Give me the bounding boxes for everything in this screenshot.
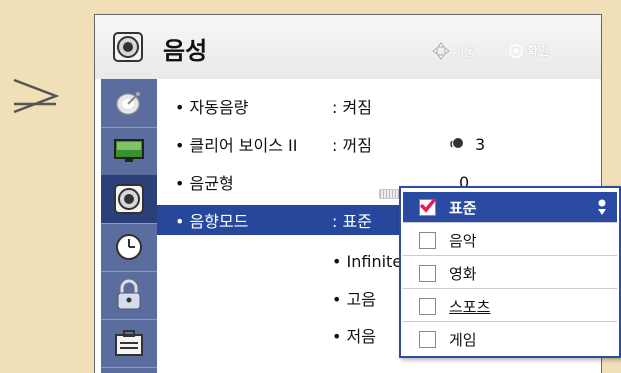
sidebar	[101, 79, 157, 373]
checkbox[interactable]	[419, 298, 436, 315]
menu-item-label: • 음균형	[175, 174, 234, 193]
clock-icon	[116, 234, 142, 260]
scroll-arrows-icon[interactable]	[597, 198, 607, 216]
panel-header: 음성 이동 확인	[95, 15, 601, 79]
menu-item-label: • 클리어 보이스 II	[175, 136, 298, 155]
speaker-icon	[114, 184, 144, 214]
dropdown-option-label: 스포츠	[449, 297, 491, 316]
dpad-icon	[432, 42, 450, 60]
menu-item-clear-voice[interactable]: • 클리어 보이스 II : 꺼짐 3	[157, 129, 601, 159]
menu-item-value: • 고음	[332, 290, 376, 309]
dropdown-option-music[interactable]: 음악	[403, 225, 617, 256]
sidebar-item-channel[interactable]	[101, 79, 157, 128]
dropdown-option-game[interactable]: 게임	[403, 324, 617, 354]
dropdown-option-sports[interactable]: 스포츠	[403, 291, 617, 322]
sidebar-item-lock[interactable]	[101, 271, 157, 320]
satellite-dish-icon	[116, 92, 140, 115]
ok-hint-label: 확인	[527, 44, 550, 58]
menu-item-value: : 꺼짐	[332, 136, 372, 155]
speaker-icon	[113, 32, 143, 62]
menu-item-value: • 저음	[332, 327, 376, 346]
menu-item-label: • 자동음량	[175, 98, 249, 117]
checkbox[interactable]	[419, 197, 437, 216]
dropdown-option-label: 게임	[449, 330, 477, 349]
move-hint-label: 이동	[453, 44, 476, 59]
sidebar-item-time[interactable]	[101, 223, 157, 272]
dropdown-option-label: 표준	[449, 198, 477, 217]
checkbox[interactable]	[419, 331, 436, 348]
ok-button-icon	[509, 43, 523, 58]
ok-hint: 확인	[509, 42, 549, 59]
move-hint: 이동	[432, 42, 475, 60]
dropdown-option-standard[interactable]: 표준	[403, 192, 617, 223]
dropdown-option-label: 음악	[449, 231, 477, 250]
dropdown-option-label: 영화	[449, 264, 477, 283]
dropdown-option-movie[interactable]: 영화	[403, 258, 617, 289]
tv-screen-icon	[114, 139, 144, 162]
breadcrumb-arrow-icon	[13, 78, 60, 114]
sidebar-item-sound[interactable]	[101, 175, 157, 224]
voice-icon	[450, 138, 463, 148]
lock-icon	[117, 279, 141, 310]
checkmark-icon	[419, 197, 437, 213]
checkbox[interactable]	[419, 265, 436, 282]
menu-item-value: : 켜짐	[332, 98, 372, 117]
sidebar-item-option[interactable]	[101, 319, 157, 368]
menu-item-value: • Infinite	[332, 251, 403, 271]
clear-voice-level: 3	[475, 134, 486, 154]
sidebar-item-picture[interactable]	[101, 127, 157, 176]
checkbox[interactable]	[419, 232, 436, 249]
menu-item-label: • 음향모드	[175, 212, 249, 231]
menu-item-value: : 표준	[332, 212, 372, 231]
menu-item-auto-volume[interactable]: • 자동음량 : 켜짐	[157, 91, 601, 121]
page-title: 음성	[163, 37, 208, 65]
toolbox-icon	[115, 330, 143, 356]
sound-mode-dropdown: 표준 음악 영화 스포츠 게임	[399, 186, 621, 358]
